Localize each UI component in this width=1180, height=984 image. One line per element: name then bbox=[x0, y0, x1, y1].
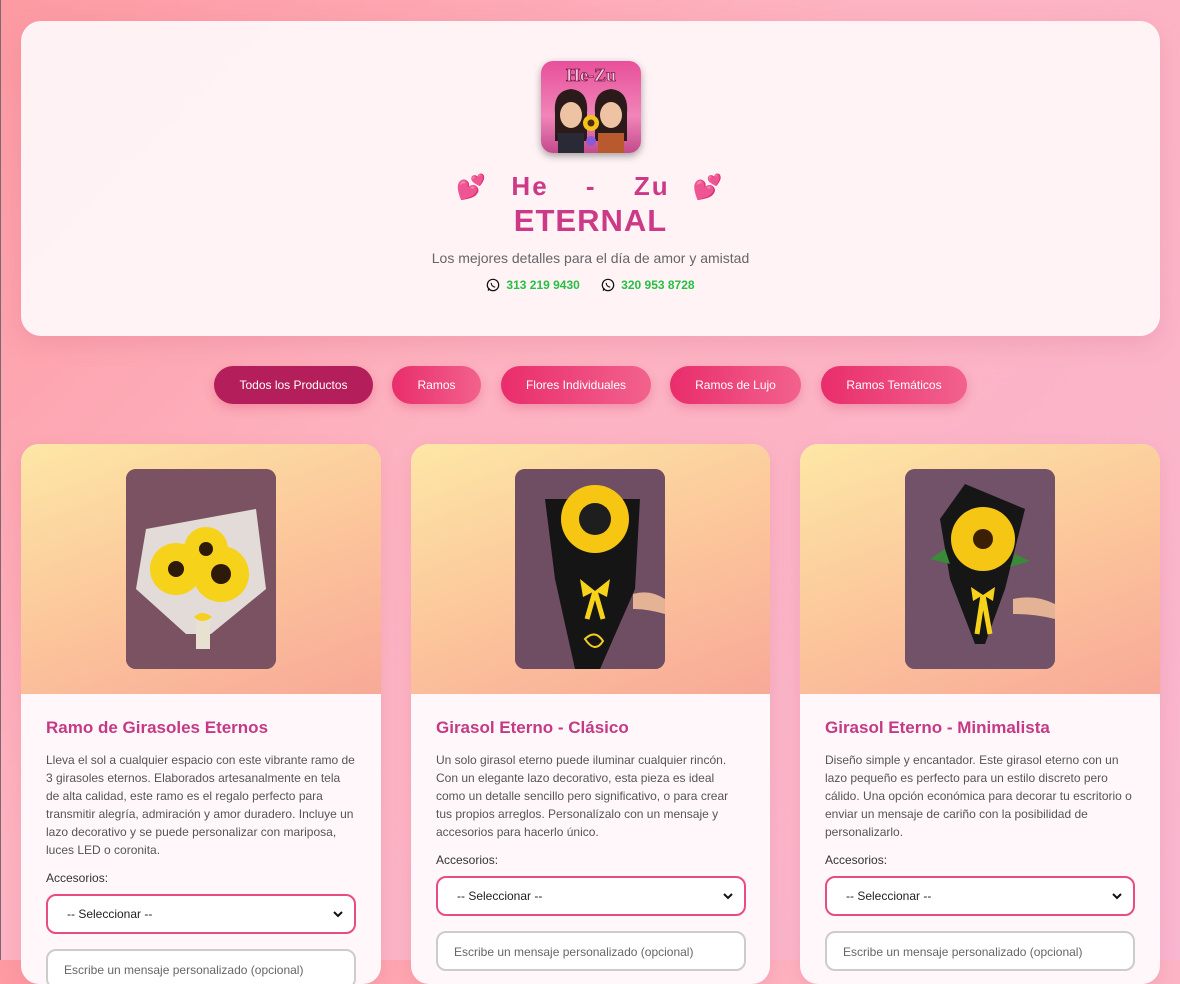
product-body: Girasol Eterno - Minimalista Diseño simp… bbox=[825, 718, 1135, 971]
phone-number: 313 219 9430 bbox=[506, 278, 580, 292]
product-image-area bbox=[800, 444, 1160, 694]
product-title: Girasol Eterno - Clásico bbox=[436, 718, 629, 737]
phone-list: 313 219 9430 320 953 8728 bbox=[21, 278, 1160, 295]
accessories-select[interactable]: -- Seleccionar -- bbox=[436, 876, 746, 916]
select-value: -- Seleccionar -- bbox=[457, 889, 543, 903]
product-image-area bbox=[411, 444, 770, 694]
whatsapp-link-1[interactable]: 313 219 9430 bbox=[486, 278, 580, 292]
heart-icon: 💕 bbox=[692, 174, 725, 201]
brand-he: He bbox=[511, 171, 549, 201]
heart-icon: 💕 bbox=[456, 174, 489, 201]
product-image[interactable] bbox=[905, 469, 1055, 669]
brand-logo: He-Zu bbox=[541, 61, 641, 153]
header-card: He-Zu 💕 He - Zu 💕 ETERNAL Los mejores de… bbox=[21, 21, 1160, 336]
message-input[interactable]: Escribe un mensaje personalizado (opcion… bbox=[46, 949, 356, 984]
category-tabs: Todos los Productos Ramos Flores Individ… bbox=[0, 366, 1180, 404]
whatsapp-icon bbox=[487, 278, 500, 292]
product-card: Girasol Eterno - Clásico Un solo girasol… bbox=[411, 444, 770, 984]
tab-flores-individuales[interactable]: Flores Individuales bbox=[501, 366, 651, 404]
accessories-select[interactable]: -- Seleccionar -- bbox=[46, 894, 356, 934]
page-edge bbox=[0, 0, 1, 960]
brand-zu: Zu bbox=[633, 171, 670, 201]
brand-dash: - bbox=[585, 171, 597, 201]
tab-all-products[interactable]: Todos los Productos bbox=[214, 366, 373, 404]
product-body: Girasol Eterno - Clásico Un solo girasol… bbox=[436, 718, 746, 971]
message-input[interactable]: Escribe un mensaje personalizado (opcion… bbox=[436, 931, 746, 971]
product-title: Girasol Eterno - Minimalista bbox=[825, 718, 1050, 737]
accessories-label: Accesorios: bbox=[825, 853, 888, 867]
product-description: Lleva el sol a cualquier espacio con est… bbox=[46, 753, 355, 857]
tab-ramos-de-lujo[interactable]: Ramos de Lujo bbox=[670, 366, 801, 404]
chevron-down-icon bbox=[723, 893, 733, 900]
phone-number: 320 953 8728 bbox=[621, 278, 695, 292]
whatsapp-link-2[interactable]: 320 953 8728 bbox=[601, 278, 695, 292]
tagline: Los mejores detalles para el día de amor… bbox=[431, 250, 750, 266]
message-input[interactable]: Escribe un mensaje personalizado (opcion… bbox=[825, 931, 1135, 971]
select-value: -- Seleccionar -- bbox=[67, 907, 153, 921]
product-title: Ramo de Girasoles Eternos bbox=[46, 718, 269, 737]
tab-ramos-tematicos[interactable]: Ramos Temáticos bbox=[821, 366, 967, 404]
logo-text: He-Zu bbox=[566, 65, 616, 85]
brand-subtitle: ETERNAL bbox=[513, 203, 668, 238]
tab-ramos[interactable]: Ramos bbox=[392, 366, 481, 404]
product-card: Ramo de Girasoles Eternos Lleva el sol a… bbox=[21, 444, 381, 984]
chevron-down-icon bbox=[333, 911, 343, 918]
product-description: Un solo girasol eterno puede iluminar cu… bbox=[436, 753, 729, 839]
product-card: Girasol Eterno - Minimalista Diseño simp… bbox=[800, 444, 1160, 984]
brand-title: 💕 He - Zu 💕 bbox=[21, 171, 1160, 202]
product-image[interactable] bbox=[126, 469, 276, 669]
select-value: -- Seleccionar -- bbox=[846, 889, 932, 903]
product-image-area bbox=[21, 444, 381, 694]
accessories-label: Accesorios: bbox=[46, 871, 109, 885]
whatsapp-icon bbox=[601, 278, 615, 292]
product-body: Ramo de Girasoles Eternos Lleva el sol a… bbox=[46, 718, 356, 984]
accessories-label: Accesorios: bbox=[436, 853, 499, 867]
chevron-down-icon bbox=[1112, 893, 1122, 900]
product-image[interactable] bbox=[515, 469, 665, 669]
product-description: Diseño simple y encantador. Este girasol… bbox=[825, 753, 1132, 839]
accessories-select[interactable]: -- Seleccionar -- bbox=[825, 876, 1135, 916]
